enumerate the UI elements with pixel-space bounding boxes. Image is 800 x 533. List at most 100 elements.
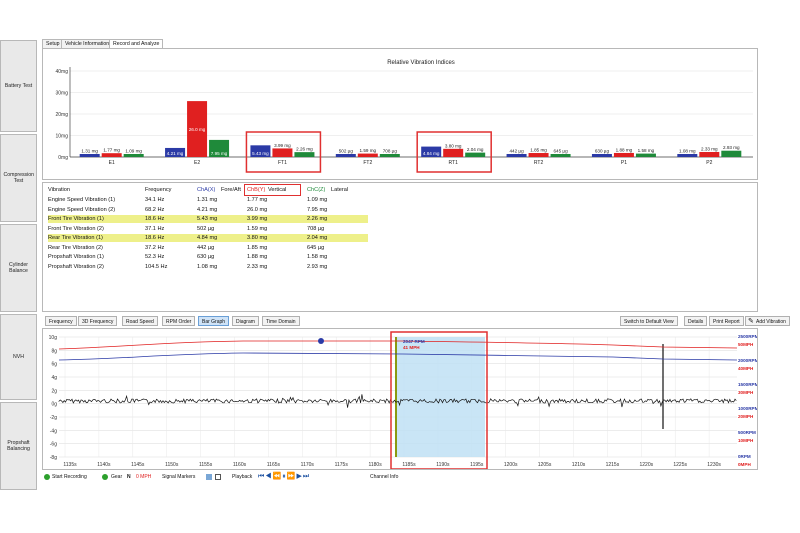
rpm-tick-label: 1500RPM xyxy=(738,382,757,387)
bar-data-label: 26.0 mg xyxy=(189,127,206,132)
marker-checkbox[interactable] xyxy=(215,474,221,480)
sidebar-item-propshaft-balancing[interactable]: Propshaft Balancing xyxy=(0,402,37,490)
start-recording-link[interactable]: Start Recording xyxy=(52,472,87,482)
table-cell-c: 7.95 mg xyxy=(307,206,328,213)
table-cell-b: 3.99 mg xyxy=(247,216,268,222)
add-vibration-button[interactable]: ✎ Add Vibration xyxy=(745,316,790,326)
sidebar-item-battery-test[interactable]: Battery Test xyxy=(0,40,37,132)
cursor-rpm-readout: 2047 RPM xyxy=(403,339,425,344)
table-row[interactable]: Propshaft Vibration (2) 104.5 Hz 1.08 mg 2.… xyxy=(48,263,368,271)
table-cell-freq: 34.1 Hz xyxy=(145,197,165,203)
table-cell-freq: 37.1 Hz xyxy=(145,225,165,232)
bar-data-label: 4.21 mg xyxy=(167,151,184,156)
gear-icon xyxy=(102,474,108,480)
table-cell-name: Front Tire Vibration (2) xyxy=(48,225,104,232)
table-cell-freq: 104.5 Hz xyxy=(145,263,168,270)
playback-controls-icon[interactable]: ⏮◀⏪⏸⏩▶⏭ xyxy=(258,472,310,482)
time-x-tick-label: 1135s xyxy=(63,462,77,468)
time-y-tick-label: -4g xyxy=(50,428,57,434)
tab-vehicle-information[interactable]: Vehicle Information xyxy=(61,39,114,48)
add-vibration-icon: ✎ xyxy=(748,318,754,325)
rpm-tick-label: 2000RPM xyxy=(738,358,757,363)
bar-FT1-2 xyxy=(294,152,315,157)
status-bar: Start Recording Gear N 0 MPH Signal Mark… xyxy=(44,472,444,482)
table-cell-a: 502 µg xyxy=(197,225,215,232)
time-x-tick-label: 1165s xyxy=(267,462,281,468)
bar-data-label: 1.08 mg xyxy=(679,149,696,154)
rpm-tick-label: 0RPM xyxy=(738,454,751,459)
time-x-tick-label: 1210s xyxy=(572,462,586,468)
time-domain-chart: 10g 8g 6g 4g 2g 0g -2g -4g -6g -8g 1135s 1140s 1145s… xyxy=(49,331,757,469)
bar-data-label: 645 µg xyxy=(553,149,568,154)
table-row[interactable]: Engine Speed Vibration (1) 34.1 Hz 1.31 mg… xyxy=(48,196,368,204)
col-chc-dir: Lateral xyxy=(331,187,349,193)
bar-data-label: 2.04 mg xyxy=(467,147,484,152)
bar-data-label: 2.33 mg xyxy=(701,146,718,151)
record-icon[interactable] xyxy=(44,474,50,480)
bar-chart-title: Relative Vibration Indices xyxy=(387,60,455,66)
table-row[interactable]: Front Tire Vibration (1) 18.6 Hz 5.43 mg 3.… xyxy=(48,215,368,223)
details-button[interactable]: Details xyxy=(684,316,708,326)
sidebar-item-compression-test[interactable]: Compression Test xyxy=(0,134,37,222)
bar-category-label: P2 xyxy=(706,160,712,166)
sidebar-item-label: Battery Test xyxy=(4,83,33,89)
time-x-tick-label: 1200s xyxy=(504,462,518,468)
view-rpm-order-button[interactable]: RPM Order xyxy=(162,316,196,326)
mph-tick-label: 30MPH xyxy=(738,390,754,395)
cursor-mph-readout: 41 MPH xyxy=(403,345,420,350)
table-cell-b: 1.59 mg xyxy=(247,225,268,232)
sidebar-item-nvh[interactable]: NVH xyxy=(0,314,37,400)
table-cell-a: 5.43 mg xyxy=(197,216,218,222)
table-row[interactable]: Rear Tire Vibration (1) 18.6 Hz 4.84 mg 3.8… xyxy=(48,234,368,242)
time-y-tick-label: 2g xyxy=(51,388,57,394)
table-row[interactable]: Front Tire Vibration (2) 37.1 Hz 502 µg 1.5… xyxy=(48,225,368,233)
table-row[interactable]: Engine Speed Vibration (2) 68.2 Hz 4.21 mg… xyxy=(48,206,368,214)
bar-P1-2 xyxy=(635,153,656,157)
time-x-tick-label: 1140s xyxy=(97,462,111,468)
sidebar-item-cylinder-balance[interactable]: Cylinder Balance xyxy=(0,224,37,312)
table-row[interactable]: Propshaft Vibration (1) 52.3 Hz 630 µg 1.88… xyxy=(48,253,368,261)
bar-P1-0 xyxy=(591,154,612,157)
time-x-tick-label: 1215s xyxy=(606,462,620,468)
bar-data-label: 442 µg xyxy=(509,149,524,154)
bar-data-label: 3.80 mg xyxy=(445,143,462,148)
table-cell-c: 2.93 mg xyxy=(307,263,328,270)
bar-RT1-1 xyxy=(443,148,464,157)
table-cell-c: 645 µg xyxy=(307,244,325,251)
view-time-domain-button[interactable]: Time Domain xyxy=(262,316,300,326)
view-3d-frequency-button[interactable]: 3D Frequency xyxy=(78,316,118,326)
channel-info-link[interactable]: Channel Info xyxy=(370,472,398,482)
table-cell-c: 1.58 mg xyxy=(307,254,328,260)
bar-data-label: 5.43 mg xyxy=(252,151,269,156)
bar-data-label: 1.88 mg xyxy=(616,147,633,152)
view-frequency-button[interactable]: Frequency xyxy=(45,316,77,326)
rpm-tick-label: 1000RPM xyxy=(738,406,757,411)
bar-data-label: 630 µg xyxy=(595,149,610,154)
time-y-tick-label: 0g xyxy=(51,402,57,408)
time-y-tick-label: -8g xyxy=(50,455,57,461)
signal-markers-toggle[interactable]: Signal Markers xyxy=(162,472,195,482)
view-road-speed-button[interactable]: Road Speed xyxy=(122,316,158,326)
table-cell-name: Rear Tire Vibration (1) xyxy=(48,235,103,241)
view-bar-graph-button[interactable]: Bar Graph xyxy=(198,316,230,326)
bar-y-tick-label: 30mg xyxy=(55,91,68,97)
table-cell-a: 4.84 mg xyxy=(197,235,218,241)
time-y-tick-label: 6g xyxy=(51,362,57,368)
table-cell-b: 1.77 mg xyxy=(247,197,268,203)
table-cell-b: 1.85 mg xyxy=(247,244,268,251)
bar-data-label: 1.59 mg xyxy=(360,148,377,153)
print-report-button[interactable]: Print Report xyxy=(709,316,744,326)
time-x-tick-label: 1175s xyxy=(335,462,349,468)
view-diagram-button[interactable]: Diagram xyxy=(232,316,259,326)
table-row[interactable]: Rear Tire Vibration (2) 37.2 Hz 442 µg 1.85… xyxy=(48,244,368,252)
table-cell-c: 708 µg xyxy=(307,225,325,232)
time-y-tick-label: 10g xyxy=(49,335,58,341)
switch-default-view-button[interactable]: Switch to Default View xyxy=(620,316,678,326)
col-chc: ChC(Z) xyxy=(307,187,326,193)
bar-data-label: 708 µg xyxy=(383,149,398,154)
bar-category-label: E1 xyxy=(109,160,115,166)
table-cell-c: 2.04 mg xyxy=(307,235,328,241)
bar-data-label: 1.58 mg xyxy=(638,148,655,153)
bar-P1-1 xyxy=(613,152,634,157)
marker-icon[interactable] xyxy=(206,474,212,480)
